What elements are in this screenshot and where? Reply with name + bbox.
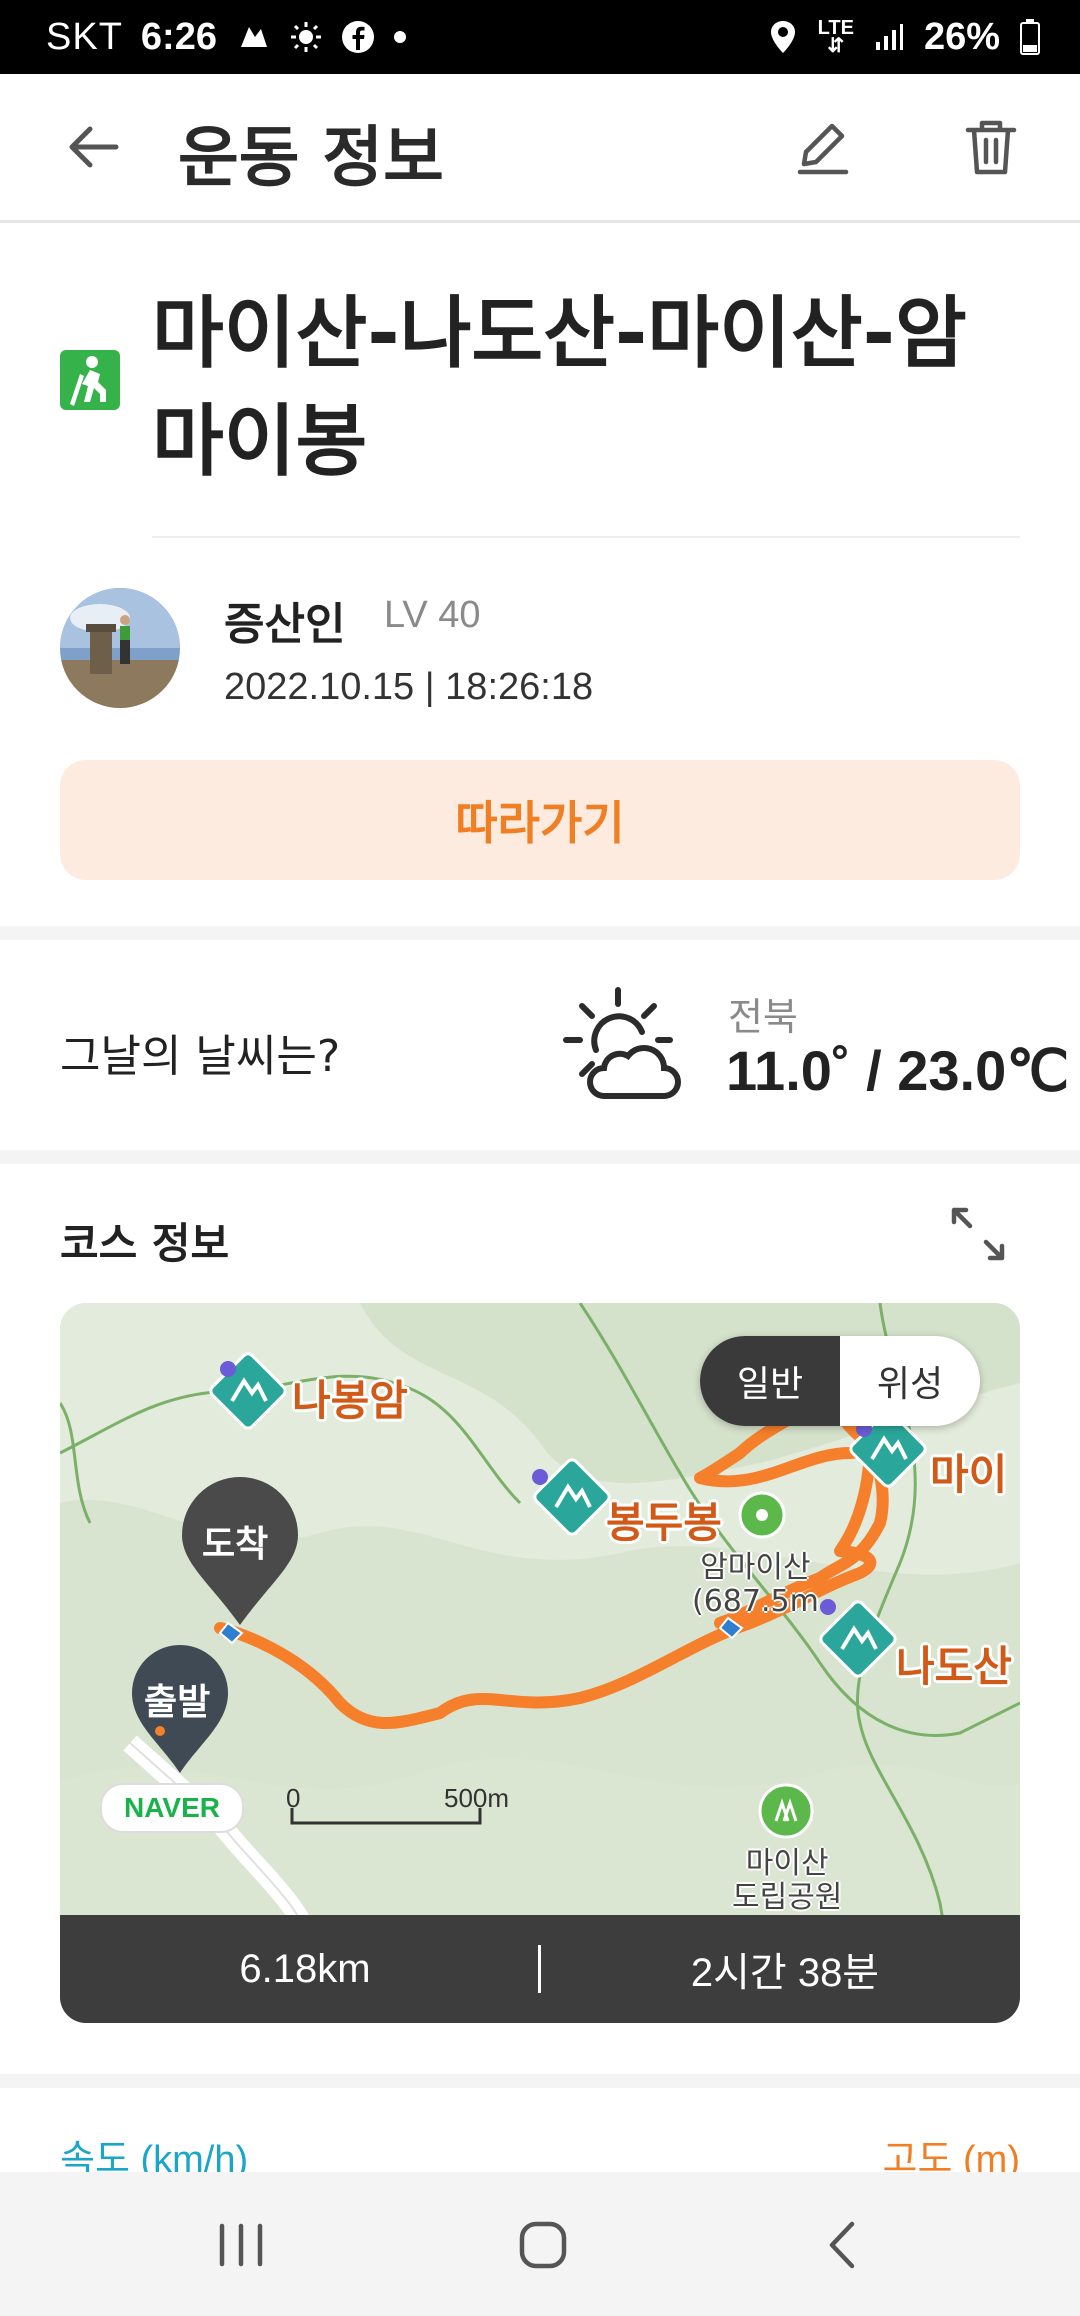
expand-icon[interactable]	[950, 1206, 1006, 1262]
back-nav-icon[interactable]	[812, 2212, 878, 2278]
clock: 6:26	[140, 15, 217, 58]
map-mode-satellite[interactable]: 위성	[840, 1336, 980, 1426]
peak-label: 마이	[930, 1450, 1008, 1499]
weather-label: 그날의 날씨는?	[60, 1031, 341, 1082]
recent-apps-icon[interactable]	[208, 2212, 274, 2278]
status-bar: SKT 6:26 LTE ⇵ 26%	[0, 0, 1080, 74]
signal-icon	[874, 22, 904, 52]
back-arrow-icon[interactable]	[60, 114, 126, 180]
hiking-app-icon	[235, 19, 271, 55]
place-label: 암마이산 (687.5m	[692, 1550, 819, 1619]
notification-dot-icon	[393, 30, 407, 44]
user-name: 증산인	[224, 599, 346, 650]
naver-logo: NAVER	[100, 1783, 244, 1833]
weather-temperature: 11.0˚ / 23.0℃	[726, 1039, 1070, 1102]
place-label: 마이산 도립공원	[732, 1846, 843, 1915]
activity-datetime: 2022.10.15 | 18:26:18	[224, 666, 594, 708]
course-map[interactable]: 일반 위성 나봉암 봉두봉 마이 나도산 암마이산 (687.5m 마이산 도립…	[60, 1303, 1020, 2023]
battery-icon	[1020, 19, 1040, 55]
course-distance: 6.18km	[239, 1946, 371, 1991]
system-nav-bar	[0, 2172, 1080, 2316]
map-mode-normal[interactable]: 일반	[700, 1336, 840, 1426]
location-icon	[768, 19, 798, 55]
trash-icon[interactable]	[958, 114, 1024, 180]
scale-end: 500m	[444, 1783, 510, 1813]
scale-start: 0	[286, 1783, 301, 1813]
battery-percent: 26%	[923, 15, 1000, 58]
edit-pencil-icon[interactable]	[790, 114, 856, 180]
peak-label: 나도산	[896, 1642, 1012, 1691]
avatar[interactable]	[60, 588, 180, 708]
start-pin-label: 출발	[144, 1682, 211, 1723]
page-title: 운동 정보	[178, 119, 444, 196]
section-divider	[0, 1150, 1080, 1164]
app-bar: 운동 정보	[0, 74, 1080, 223]
hiking-icon	[60, 350, 120, 410]
arrive-pin-label: 도착	[202, 1524, 269, 1565]
section-divider	[0, 2074, 1080, 2088]
divider	[152, 536, 1020, 538]
carrier-label: SKT	[46, 15, 123, 58]
user-level: LV 40	[384, 594, 481, 636]
home-icon[interactable]	[510, 2212, 576, 2278]
partly-cloudy-icon	[560, 984, 684, 1108]
follow-button[interactable]: 따라가기	[60, 760, 1020, 880]
brightness-icon	[289, 20, 323, 54]
course-summary-bar: 6.18km 2시간 38분	[60, 1915, 1020, 2023]
section-divider	[0, 926, 1080, 940]
peak-label: 봉두봉	[606, 1498, 722, 1547]
course-title: 마이산-나도산-마이산-암마이봉	[152, 289, 967, 487]
peak-label: 나봉암	[292, 1376, 408, 1425]
course-info-label: 코스 정보	[60, 1219, 230, 1268]
weather-region: 전북	[728, 995, 798, 1039]
network-type-label: LTE ⇵	[817, 17, 854, 57]
facebook-icon	[341, 20, 375, 54]
map-type-toggle[interactable]: 일반 위성	[700, 1336, 980, 1426]
course-duration: 2시간 38분	[690, 1951, 880, 1995]
activity-title-block: 마이산-나도산-마이산-암마이봉	[0, 222, 1080, 540]
